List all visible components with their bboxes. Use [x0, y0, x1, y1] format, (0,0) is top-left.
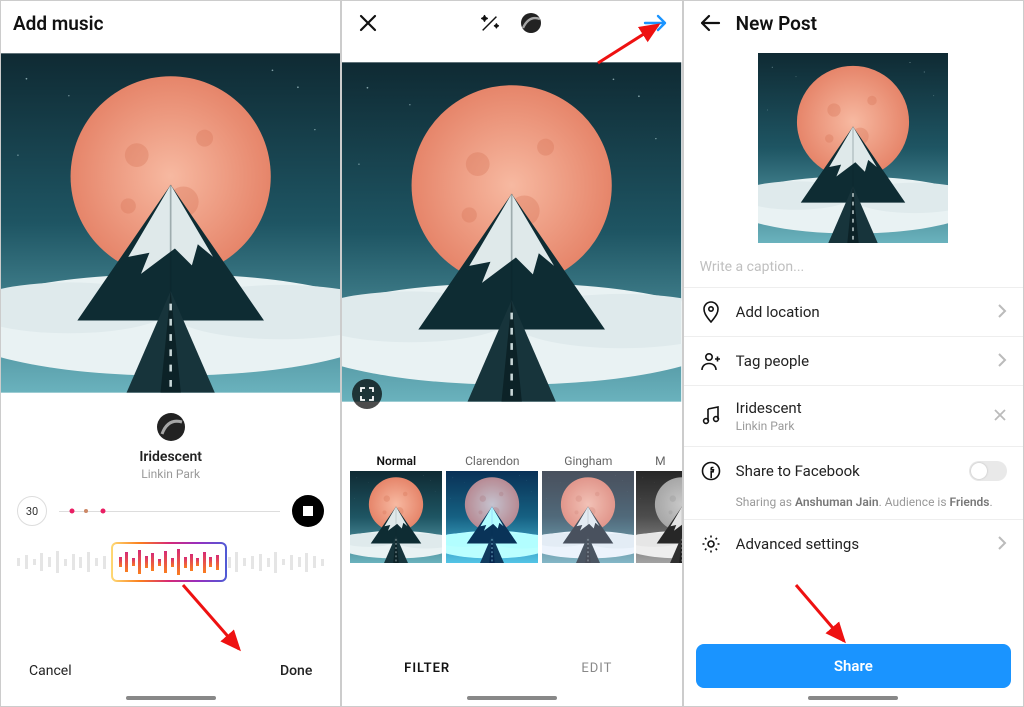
music-row-title: Iridescent — [736, 399, 979, 417]
share-button[interactable]: Share — [696, 644, 1011, 688]
gesture-handle[interactable] — [467, 696, 557, 700]
row-advanced-settings[interactable]: Advanced settings — [684, 520, 1023, 568]
cancel-button[interactable]: Cancel — [29, 663, 72, 679]
chevron-right-icon — [997, 535, 1007, 554]
back-arrow-icon[interactable] — [696, 9, 724, 37]
remove-music-icon[interactable] — [993, 407, 1007, 426]
clip-duration-button[interactable]: 30 — [17, 496, 47, 526]
selected-clip-window[interactable] — [111, 542, 227, 582]
song-title: Iridescent — [1, 449, 340, 465]
page-title: New Post — [736, 12, 817, 35]
filter-strip[interactable]: Normal Clarendon Gingham M — [342, 445, 681, 563]
row-tag-people[interactable]: Tag people — [684, 337, 1023, 385]
selected-photo — [1, 45, 340, 401]
row-selected-music[interactable]: Iridescent Linkin Park — [684, 386, 1023, 446]
facebook-share-note: Sharing as Anshuman Jain. Audience is Fr… — [684, 495, 1023, 519]
music-row-artist: Linkin Park — [736, 419, 979, 433]
preview-photo[interactable] — [342, 45, 681, 419]
row-share-facebook[interactable]: Share to Facebook — [684, 447, 1023, 495]
facebook-toggle[interactable] — [969, 461, 1007, 481]
row-add-location[interactable]: Add location — [684, 288, 1023, 336]
magic-wand-icon[interactable] — [476, 9, 504, 37]
song-timeline[interactable] — [59, 499, 280, 523]
tab-edit[interactable]: EDIT — [512, 648, 682, 688]
post-thumbnail[interactable] — [758, 53, 948, 243]
tab-filter[interactable]: FILTER — [342, 648, 512, 688]
filter-option-normal[interactable]: Normal — [348, 451, 444, 563]
filter-option-more[interactable]: M — [636, 451, 681, 563]
filter-option-gingham[interactable]: Gingham — [540, 451, 636, 563]
location-pin-icon — [700, 301, 722, 323]
chevron-right-icon — [997, 352, 1007, 371]
filter-option-clarendon[interactable]: Clarendon — [444, 451, 540, 563]
music-note-icon[interactable] — [516, 9, 548, 37]
gear-icon — [700, 533, 722, 555]
music-note-icon — [700, 405, 722, 427]
panel-add-music: Add music Iridescent Linkin Park 30 — [0, 0, 341, 707]
audio-scrubber[interactable] — [1, 539, 340, 585]
gesture-handle[interactable] — [808, 696, 898, 700]
page-title: Add music — [13, 12, 104, 35]
close-icon[interactable] — [354, 9, 382, 37]
panel-filter: Normal Clarendon Gingham M FILTER EDIT — [341, 0, 682, 707]
done-button[interactable]: Done — [280, 663, 312, 679]
gesture-handle[interactable] — [126, 696, 216, 700]
caption-input[interactable]: Write a caption... — [684, 247, 1023, 287]
panel-new-post: New Post Write a caption... Add location… — [683, 0, 1024, 707]
person-icon — [700, 350, 722, 372]
chevron-right-icon — [997, 303, 1007, 322]
song-artist: Linkin Park — [1, 467, 340, 481]
next-arrow-icon[interactable] — [642, 9, 670, 37]
album-art-icon — [153, 409, 189, 445]
facebook-icon — [700, 460, 722, 482]
stop-button[interactable] — [292, 495, 324, 527]
